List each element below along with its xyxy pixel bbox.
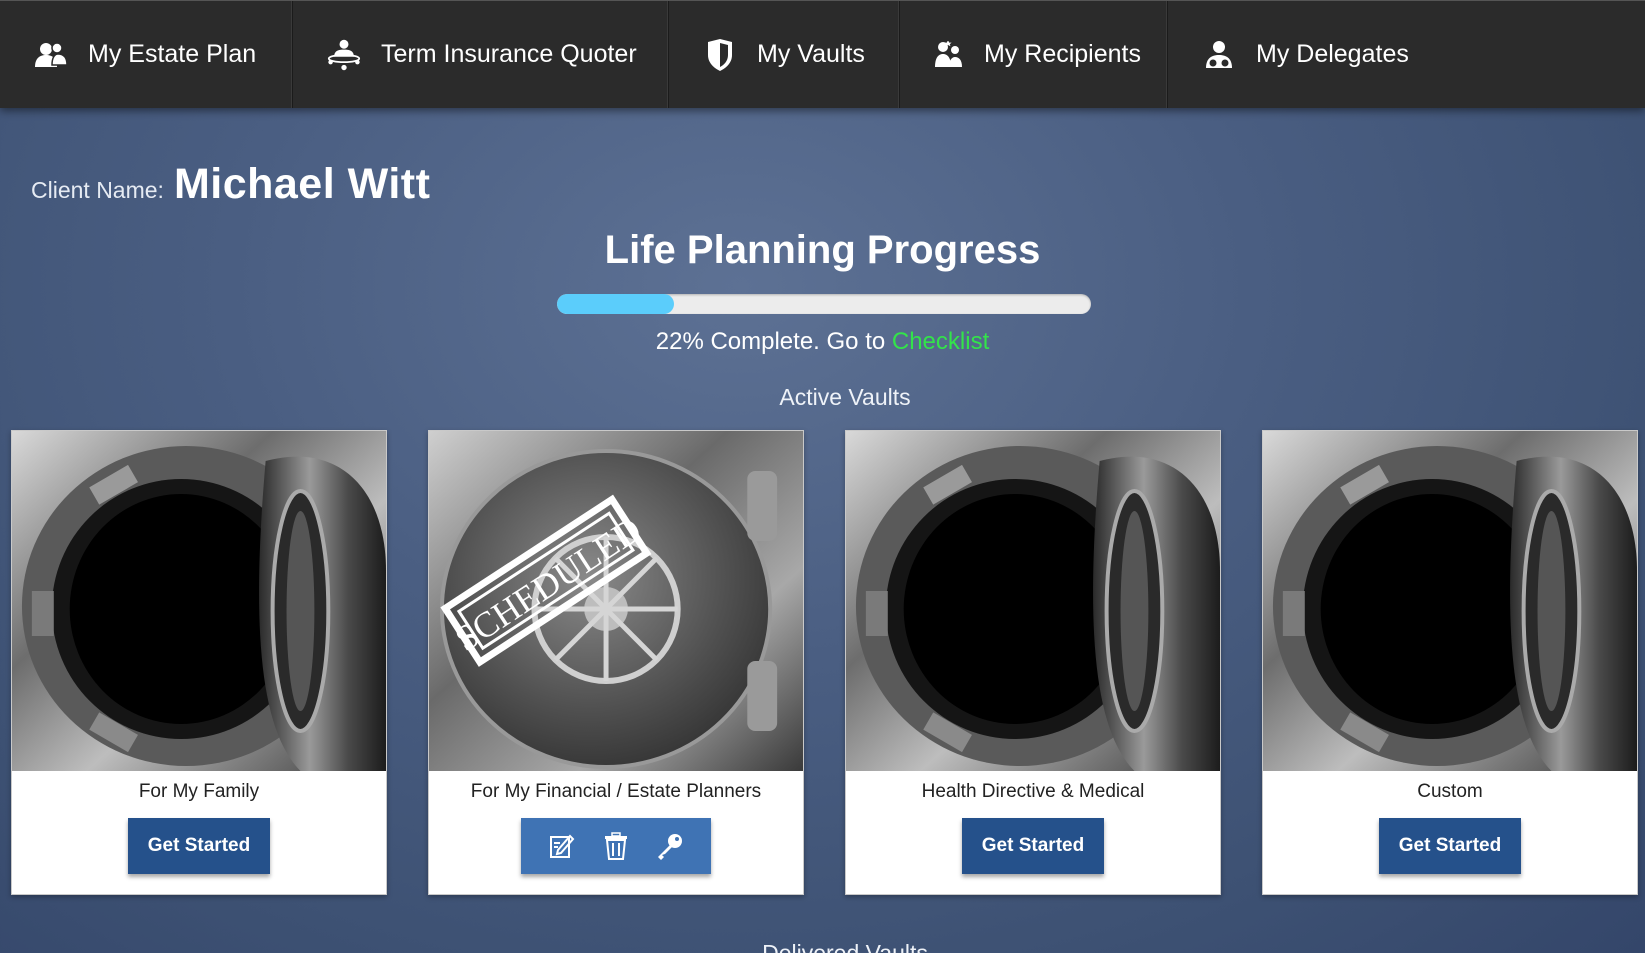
nav-label: My Vaults bbox=[757, 40, 865, 68]
get-started-button[interactable]: Get Started bbox=[127, 818, 271, 874]
checklist-link[interactable]: Checklist bbox=[892, 328, 989, 355]
nav-label: My Estate Plan bbox=[88, 40, 257, 68]
vault-name: Custom bbox=[1417, 781, 1483, 802]
nav-item-my-vaults[interactable]: My Vaults bbox=[669, 1, 900, 108]
nav-item-my-recipients[interactable]: My Recipients bbox=[900, 1, 1168, 108]
get-started-button[interactable]: Get Started bbox=[961, 818, 1105, 874]
client-name-label: Client Name: bbox=[31, 177, 164, 203]
nav-item-my-delegates[interactable]: My Delegates bbox=[1168, 1, 1645, 108]
open-vault-image bbox=[1263, 431, 1637, 771]
open-vault-image bbox=[12, 431, 386, 771]
trash-icon[interactable] bbox=[589, 818, 643, 874]
progress-bar bbox=[557, 294, 1091, 314]
edit-icon[interactable] bbox=[535, 818, 589, 874]
progress-status-text: 22% Complete. Go to bbox=[655, 328, 886, 355]
delegates-icon bbox=[1202, 38, 1236, 72]
nav-item-my-estate-plan[interactable]: My Estate Plan bbox=[0, 1, 293, 108]
shield-icon bbox=[703, 38, 737, 72]
vault-name: For My Family bbox=[138, 781, 260, 802]
progress-bar-fill bbox=[557, 294, 675, 314]
progress-title: Life Planning Progress bbox=[604, 228, 1041, 272]
key-icon[interactable] bbox=[643, 818, 697, 874]
nav-label: My Delegates bbox=[1256, 40, 1409, 68]
vault-card: For My Family Get Started bbox=[11, 430, 387, 895]
users-icon bbox=[34, 38, 68, 72]
nav-label: My Recipients bbox=[984, 40, 1141, 68]
recipients-icon bbox=[934, 38, 964, 72]
client-info: Client Name: Michael Witt bbox=[31, 160, 430, 209]
get-started-button[interactable]: Get Started bbox=[1378, 818, 1522, 874]
progress-status: 22% Complete. Go to Checklist bbox=[0, 328, 1645, 356]
vault-card: Health Directive & Medical Get Started bbox=[845, 430, 1221, 895]
active-vaults-title: Active Vaults bbox=[779, 384, 911, 410]
vault-name: For My Financial / Estate Planners bbox=[470, 781, 762, 802]
vault-name: Health Directive & Medical bbox=[921, 781, 1145, 802]
nav-item-term-insurance-quoter[interactable]: Term Insurance Quoter bbox=[293, 1, 669, 108]
vault-actions-toolbar bbox=[521, 818, 711, 874]
open-vault-image bbox=[846, 431, 1220, 771]
delivered-vaults-title: Delivered Vaults bbox=[762, 940, 928, 953]
insurance-icon bbox=[327, 38, 361, 72]
vault-card: SCHEDULED For My Financial / Estate Plan… bbox=[428, 430, 804, 895]
client-name: Michael Witt bbox=[173, 160, 431, 208]
vault-card: Custom Get Started bbox=[1262, 430, 1638, 895]
closed-vault-image: SCHEDULED bbox=[429, 431, 803, 771]
top-navigation: My Estate Plan Term Insurance Quoter My … bbox=[0, 0, 1645, 108]
nav-label: Term Insurance Quoter bbox=[381, 40, 637, 68]
